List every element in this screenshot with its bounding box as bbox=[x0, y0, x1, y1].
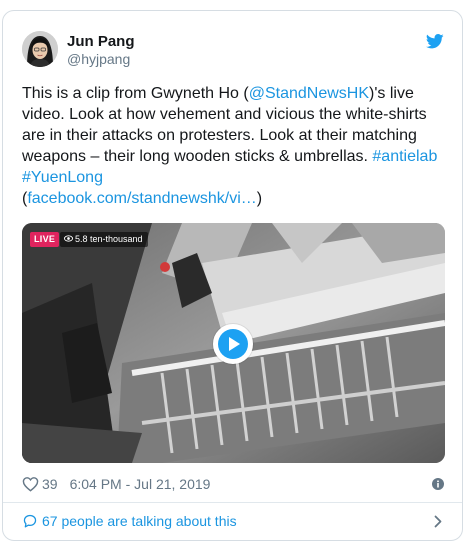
tweet-text-line: This is a clip from Gwyneth Ho (@StandNe… bbox=[22, 83, 447, 104]
tweet-card[interactable]: Jun Pang @hyjpang This is a clip from Gw… bbox=[2, 10, 463, 541]
tweet-text-line: (facebook.com/standnewshk/vi…) bbox=[22, 188, 447, 209]
tweet-text-line: #YuenLong bbox=[22, 167, 447, 188]
comment-icon bbox=[23, 514, 37, 528]
tweet-text-segment: weapons – their long wooden sticks & umb… bbox=[22, 148, 373, 165]
play-button[interactable] bbox=[213, 324, 253, 364]
tweet-meta: 39 6:04 PM - Jul 21, 2019 bbox=[22, 474, 210, 494]
tweet-text-line: weapons – their long wooden sticks & umb… bbox=[22, 146, 447, 167]
heart-icon[interactable] bbox=[22, 476, 39, 492]
hashtag-link[interactable]: #antielab bbox=[372, 148, 437, 165]
hashtag-link[interactable]: #YuenLong bbox=[22, 169, 103, 186]
view-count-badge: 5.8 ten-thousand bbox=[60, 232, 148, 247]
info-icon[interactable] bbox=[432, 478, 444, 490]
tweet-timestamp[interactable]: 6:04 PM - Jul 21, 2019 bbox=[70, 476, 211, 492]
play-icon bbox=[229, 337, 240, 351]
avatar[interactable] bbox=[22, 31, 58, 67]
tweet-text: This is a clip from Gwyneth Ho (@StandNe… bbox=[22, 83, 447, 209]
conversation-link[interactable]: 67 people are talking about this bbox=[3, 503, 462, 540]
talking-about-label: 67 people are talking about this bbox=[42, 513, 237, 529]
tweet-text-segment: ) bbox=[256, 190, 263, 207]
tweet-text-segment: This is a clip from Gwyneth Ho ( bbox=[22, 85, 249, 102]
tweet-text-line: are in their attacks on protesters. Look… bbox=[22, 127, 417, 144]
video-player[interactable]: LIVE 5.8 ten-thousand bbox=[22, 223, 445, 463]
live-badge: LIVE bbox=[30, 232, 60, 247]
view-count-label: 5.8 ten-thousand bbox=[75, 234, 143, 244]
twitter-bird-icon[interactable] bbox=[426, 34, 444, 49]
tweet-text-line: video. Look at how vehement and vicious … bbox=[22, 106, 427, 123]
chevron-right-icon bbox=[434, 515, 442, 528]
external-url-link[interactable]: facebook.com/standnewshk/vi… bbox=[27, 190, 256, 207]
like-count[interactable]: 39 bbox=[42, 476, 58, 492]
eye-icon bbox=[64, 235, 73, 242]
author-handle[interactable]: @hyjpang bbox=[67, 51, 130, 68]
avatar-photo-icon bbox=[22, 31, 58, 67]
play-button-inner bbox=[218, 329, 248, 359]
mention-link[interactable]: @StandNewsHK bbox=[249, 85, 369, 102]
tweet-text-segment: )'s live bbox=[369, 85, 414, 102]
author-name[interactable]: Jun Pang bbox=[67, 33, 135, 51]
